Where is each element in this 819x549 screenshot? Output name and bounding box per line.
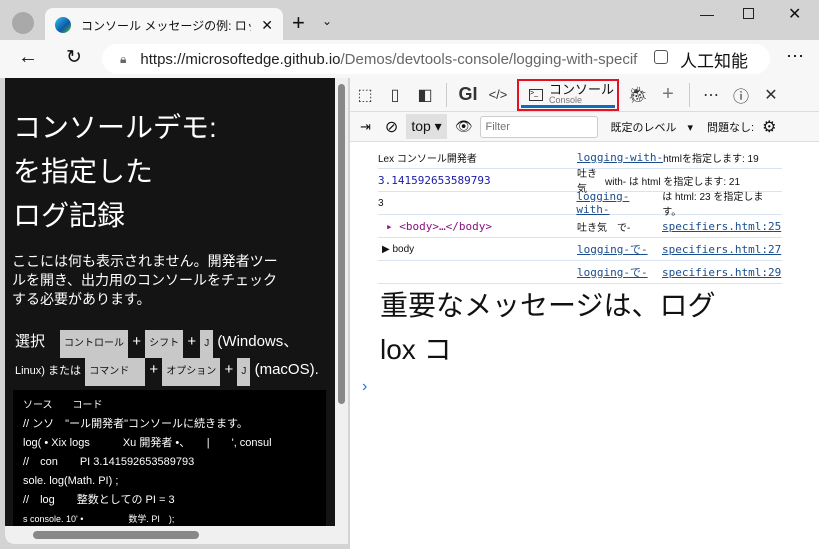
console-message: 3 logging-with- は html: 23 を指定します。 [378,190,782,218]
translate-label[interactable]: 人工知能 [680,47,748,72]
key-option: オプション [162,358,221,386]
maximize-button[interactable] [743,8,754,19]
log-level-dropdown[interactable]: 既定のレベル ▾ [610,119,693,135]
key-ctrl: コントロール [60,330,129,358]
key-shift: シフト [145,330,184,358]
profile-avatar[interactable] [12,12,34,34]
app-available-icon[interactable] [654,50,668,64]
address-bar[interactable]: 🔒︎ https://microsoftedge.github.io/Demos… [102,44,770,74]
tab-elements[interactable]: </> [483,80,513,110]
inspect-icon[interactable]: ⬚ [350,80,380,110]
close-window-button[interactable]: ✕ [788,4,801,24]
page-heading-line: ログ記録 [13,200,126,231]
console-prompt[interactable]: › [362,378,367,396]
back-button[interactable]: ← [18,46,38,69]
settings-gear-icon[interactable]: ⚙ [762,117,776,137]
refresh-button[interactable]: ↻ [66,46,82,69]
close-devtools-icon[interactable]: ✕ [756,80,786,110]
console-message: logging-で-specifiers.html:29 [378,261,782,284]
intro-text: ここには何も表示されません。開発者ツールを開き、出力用のコンソールをチェックする… [12,253,278,307]
page-heading-line: コンソールデモ: [13,112,217,143]
tab-list-chevron-icon[interactable]: ⌄ [322,14,332,28]
minimize-button[interactable]: — [700,6,714,22]
more-menu-button[interactable]: ⋯ [786,46,804,67]
console-message: ▶ body logging-で-specifiers.html:27 [378,238,782,261]
live-expression-eye-icon[interactable]: 👁︎ [455,118,473,135]
context-selector[interactable]: top ▾ [406,114,447,139]
tab-console[interactable]: >_ コンソール Console [517,78,619,111]
dock-icon[interactable]: ◧ [410,80,440,110]
lock-icon: 🔒︎ [120,51,127,66]
edge-icon [55,17,71,33]
key-j: J [200,330,214,358]
add-tab-icon[interactable]: + [653,80,683,110]
devtools-panel: ⬚ ▯ ◧ GI </> >_ コンソール Console 🐞︎ + ⋯ ⓘ ✕ … [350,78,819,549]
sources-bug-icon[interactable]: 🐞︎ [623,80,653,110]
tab-title: コンソール メッセージの例: ロック [81,18,251,33]
sidebar-toggle-icon[interactable]: ⇥ [360,119,371,135]
console-toolbar: ⇥ ⊘ top ▾ 👁︎ 既定のレベル ▾ 問題なし: ⚙ [350,112,819,142]
close-tab-icon[interactable]: ✕ [261,17,273,34]
key-j: J [237,358,251,386]
shortcut-text: 選択 コントロール + シフト + J (Windows、 Linux) または… [15,330,335,386]
more-tools-icon[interactable]: ⋯ [696,80,726,110]
issues-counter[interactable]: 問題なし: [707,119,754,135]
vertical-scrollbar[interactable] [335,78,348,526]
new-tab-button[interactable]: + [292,10,305,36]
tab-welcome[interactable]: GI [453,80,483,110]
page-content: コンソールデモ: を指定した ログ記録 ここには何も表示されません。開発者ツール… [5,78,348,544]
horizontal-scrollbar[interactable] [5,526,348,544]
url-host: https://microsoftedge.github.io [140,50,341,68]
code-block: ソース コード // ンソ "ール開発者"コンソールに続きます。 log( • … [13,390,326,530]
page-heading-line: を指定した [13,156,154,187]
help-icon[interactable]: ⓘ [726,80,756,110]
console-big-message: 重要なメッセージは、ログ lox コ [380,290,716,365]
filter-input[interactable] [480,115,599,138]
clear-console-icon[interactable]: ⊘ [385,117,398,137]
console-icon: >_ [529,88,543,101]
key-cmd: コマンド [85,358,146,386]
browser-tab[interactable]: コンソール メッセージの例: ロック ✕ [45,8,283,42]
device-emulation-icon[interactable]: ▯ [380,80,410,110]
body-element-node[interactable]: ▸ <body>…</body> [378,220,577,233]
url-path: /Demos/devtools-console/logging-with-spe… [340,50,638,68]
body-object[interactable]: ▶ body [378,244,577,255]
devtools-main-toolbar: ⬚ ▯ ◧ GI </> >_ コンソール Console 🐞︎ + ⋯ ⓘ ✕ [350,78,819,112]
console-message: ▸ <body>…</body> 吐き気 で-specifiers.html:25 [378,215,782,238]
